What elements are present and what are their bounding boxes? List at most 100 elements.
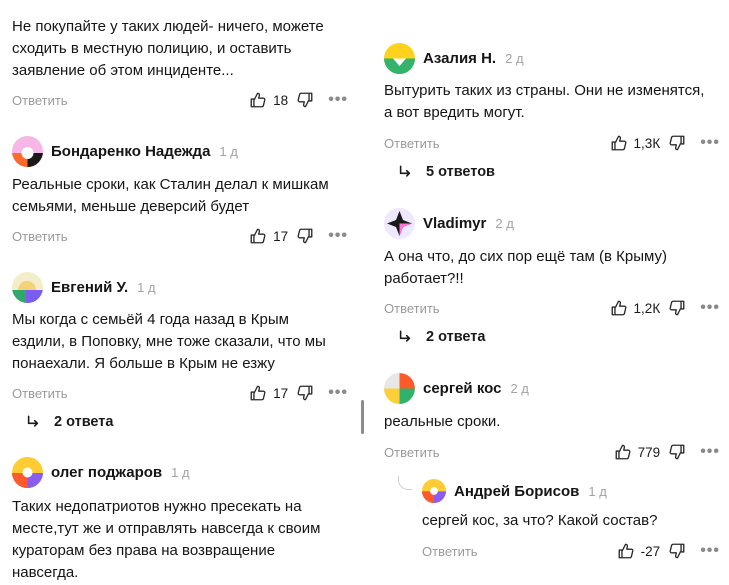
like-count: 17: [273, 385, 289, 401]
thumbs-up-icon[interactable]: [610, 299, 628, 317]
comment-header: олег поджаров 1 д: [12, 455, 190, 489]
comment-actions: Ответить 1,3К •••: [384, 133, 720, 153]
comment-actions: Ответить -27 •••: [422, 541, 720, 561]
comment-header: Бондаренко Надежда 1 д: [12, 134, 238, 168]
comment-text-line: заявление об этом инциденте...: [12, 62, 234, 79]
timestamp: 1 д: [588, 483, 607, 499]
thumbs-up-icon[interactable]: [614, 443, 632, 461]
author-name[interactable]: Евгений У.: [51, 279, 128, 296]
thumbs-up-icon[interactable]: [249, 91, 267, 109]
comment-text: Мы когда с семьёй 4 года назад в Крым ез…: [12, 309, 326, 375]
more-dots-icon[interactable]: •••: [700, 443, 720, 461]
show-replies-button[interactable]: 2 ответа: [398, 329, 485, 345]
more-dots-icon[interactable]: •••: [328, 384, 348, 402]
author-name[interactable]: олег поджаров: [51, 464, 162, 481]
more-dots-icon[interactable]: •••: [328, 227, 348, 245]
avatar[interactable]: [384, 372, 415, 404]
comment-header: Vladimyr 2 д: [384, 206, 514, 240]
like-count: 1,2К: [633, 300, 661, 316]
avatar[interactable]: [12, 456, 43, 488]
comment-actions: Ответить 1,2К •••: [384, 298, 720, 318]
scrollbar-thumb[interactable]: [361, 400, 364, 434]
author-name[interactable]: сергей кос: [423, 380, 501, 397]
thumbs-down-icon[interactable]: [668, 299, 686, 317]
comment-text: реальные сроки.: [384, 411, 500, 433]
comment-text-line: сергей кос, за что? Какой состав?: [422, 512, 658, 529]
comment-text: Не покупайте у таких людей- ничего, може…: [12, 16, 324, 82]
comment-text-line: Не покупайте у таких людей- ничего, може…: [12, 18, 324, 35]
timestamp: 2 д: [495, 215, 514, 231]
thumbs-down-icon[interactable]: [296, 91, 314, 109]
comment-text-line: реальные сроки.: [384, 413, 501, 430]
replies-count: 5 ответов: [426, 164, 495, 180]
author-name[interactable]: Азалия Н.: [423, 50, 496, 67]
reply-button[interactable]: Ответить: [384, 136, 440, 151]
avatar[interactable]: [384, 42, 415, 74]
more-dots-icon[interactable]: •••: [700, 542, 720, 560]
comment-header: Азалия Н. 2 д: [384, 41, 524, 75]
more-dots-icon[interactable]: •••: [328, 91, 348, 109]
comment-text: сергей кос, за что? Какой состав?: [422, 510, 657, 532]
comment-text: Таких недопатриотов нужно пресекать на м…: [12, 496, 320, 584]
timestamp: 2 д: [505, 50, 524, 66]
avatar[interactable]: [384, 207, 415, 239]
comment-header: сергей кос 2 д: [384, 371, 529, 405]
comment-text-line: кураторам без права на возвращение: [12, 542, 276, 559]
comment-text-line: работает?!!: [384, 270, 464, 287]
reply-arrow-icon: [26, 415, 40, 429]
comment-text-line: ездили, в Поповку, мне тоже сказали, что…: [12, 333, 326, 350]
reply-arrow-icon: [398, 330, 412, 344]
avatar[interactable]: [12, 271, 43, 303]
avatar[interactable]: [12, 135, 43, 167]
thumbs-down-icon[interactable]: [296, 384, 314, 402]
timestamp: 2 д: [510, 380, 529, 396]
show-replies-button[interactable]: 5 ответов: [398, 164, 495, 180]
replies-count: 2 ответа: [54, 414, 114, 430]
comment-actions: Ответить 17 •••: [12, 383, 348, 403]
comment-text-line: навсегда.: [12, 564, 79, 581]
timestamp: 1 д: [171, 464, 190, 480]
reply-button[interactable]: Ответить: [12, 386, 68, 401]
comment-text-line: а вот вредить могут.: [384, 104, 525, 121]
avatar[interactable]: [422, 479, 446, 503]
comment-actions: Ответить 18 •••: [12, 90, 348, 110]
comment-text-line: Вытурить таких из страны. Они не изменят…: [384, 82, 705, 99]
like-count: 1,3К: [633, 135, 661, 151]
comment-text: Вытурить таких из страны. Они не изменят…: [384, 80, 704, 124]
thumbs-up-icon[interactable]: [249, 227, 267, 245]
more-dots-icon[interactable]: •••: [700, 299, 720, 317]
thumbs-down-icon[interactable]: [296, 227, 314, 245]
comment-text-line: А она что, до сих пор ещё там (в Крыму): [384, 248, 667, 265]
comment-text-line: Мы когда с семьёй 4 года назад в Крым: [12, 311, 289, 328]
comment-actions: Ответить 779 •••: [384, 442, 720, 462]
thumbs-down-icon[interactable]: [668, 134, 686, 152]
thumbs-up-icon[interactable]: [249, 384, 267, 402]
thumbs-down-icon[interactable]: [668, 542, 686, 560]
comment-text: А она что, до сих пор ещё там (в Крыму) …: [384, 246, 667, 290]
comment-text-line: семьями, меньше деверсий будет: [12, 198, 250, 215]
thread-connector: [398, 476, 412, 490]
timestamp: 1 д: [137, 279, 156, 295]
thumbs-up-icon[interactable]: [610, 134, 628, 152]
reply-button[interactable]: Ответить: [422, 544, 478, 559]
reply-arrow-icon: [398, 165, 412, 179]
author-name[interactable]: Vladimyr: [423, 215, 486, 232]
show-replies-button[interactable]: 2 ответа: [26, 414, 113, 430]
reply-button[interactable]: Ответить: [12, 229, 68, 244]
comment: Не покупайте у таких людей- ничего, може…: [12, 16, 324, 82]
reply-button[interactable]: Ответить: [384, 445, 440, 460]
comment-header: Евгений У. 1 д: [12, 270, 156, 304]
comment-text-line: месте,тут же и отправлять навсегда к сво…: [12, 520, 321, 537]
like-count: 18: [273, 92, 289, 108]
author-name[interactable]: Андрей Борисов: [454, 483, 579, 500]
more-dots-icon[interactable]: •••: [700, 134, 720, 152]
thumbs-down-icon[interactable]: [668, 443, 686, 461]
comment-text-line: Реальные сроки, как Сталин делал к мишка…: [12, 176, 329, 193]
reply-button[interactable]: Ответить: [384, 301, 440, 316]
comment-text-line: понаехали. Я больше в Крым не езжу: [12, 355, 275, 372]
author-name[interactable]: Бондаренко Надежда: [51, 143, 210, 160]
timestamp: 1 д: [219, 143, 238, 159]
comment-text-line: сходить в местную полицию, и оставить: [12, 40, 292, 57]
reply-button[interactable]: Ответить: [12, 93, 68, 108]
thumbs-up-icon[interactable]: [617, 542, 635, 560]
